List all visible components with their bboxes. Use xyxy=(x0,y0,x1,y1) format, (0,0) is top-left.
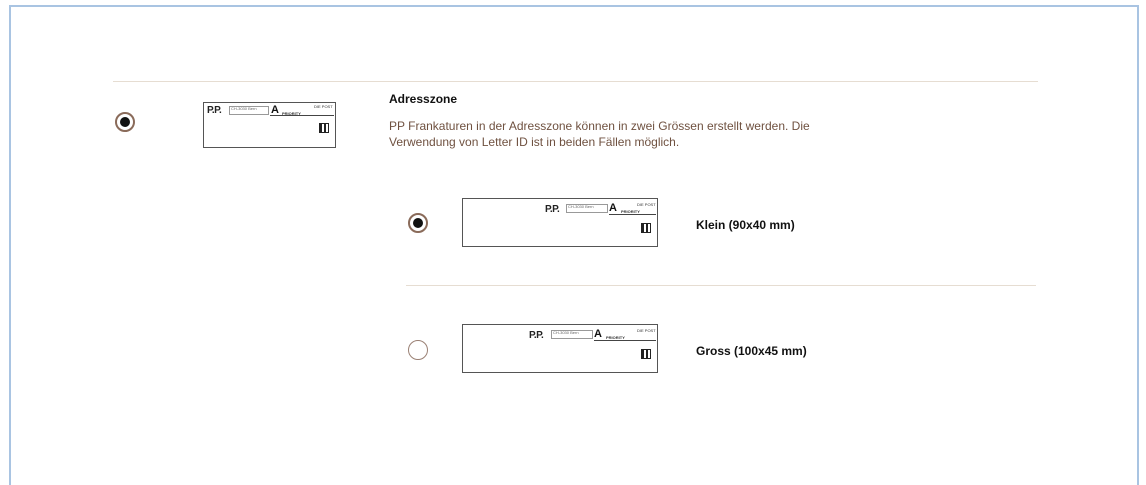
size-gross-label[interactable]: Gross (100x45 mm) xyxy=(696,344,807,358)
stamp-address-box: CH-3030 Bern xyxy=(229,106,269,115)
stamp-logo-icon: DIE POST xyxy=(314,104,333,109)
size-gross-radio[interactable] xyxy=(408,340,428,360)
adresszone-stamp-preview: P.P. CH-3030 Bern A PRIORITY DIE POST xyxy=(203,102,336,148)
zone-title: Adresszone xyxy=(389,92,458,106)
stamp-line xyxy=(594,340,656,341)
stamp-address-box: CH-3030 Bern xyxy=(566,204,608,213)
qr-code-icon xyxy=(641,223,651,233)
klein-stamp-preview: P.P. CH-3030 Bern A PRIORITY DIE POST xyxy=(462,198,658,247)
stamp-a-letter: A xyxy=(609,202,617,214)
stamp-address-box: CH-3030 Bern xyxy=(551,330,593,339)
stamp-logo-icon: DIE POST xyxy=(637,328,656,333)
adresszone-radio[interactable] xyxy=(115,112,135,132)
stamp-a-letter: A xyxy=(594,328,602,340)
gross-stamp-preview: P.P. CH-3030 Bern A PRIORITY DIE POST xyxy=(462,324,658,373)
stamp-pp-text: P.P. xyxy=(529,330,544,341)
qr-code-icon xyxy=(641,349,651,359)
zone-description: PP Frankaturen in der Adresszone können … xyxy=(389,119,810,149)
stamp-line xyxy=(609,214,656,215)
top-divider xyxy=(113,81,1038,82)
qr-code-icon xyxy=(319,123,329,133)
size-klein-radio[interactable] xyxy=(408,213,428,233)
stamp-logo-icon: DIE POST xyxy=(637,202,656,207)
size-klein-label[interactable]: Klein (90x40 mm) xyxy=(696,218,795,232)
stamp-line xyxy=(270,115,334,116)
stamp-pp-text: P.P. xyxy=(545,204,560,215)
stamp-pp-text: P.P. xyxy=(207,105,222,116)
options-divider xyxy=(406,285,1036,286)
